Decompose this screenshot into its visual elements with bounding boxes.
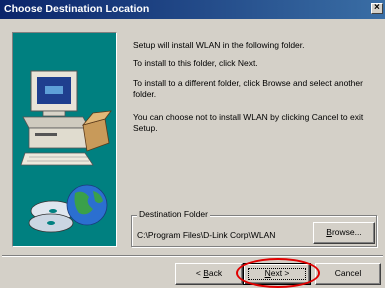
title-bar[interactable]: Choose Destination Location × — [0, 0, 385, 19]
setup-graphic-panel — [12, 32, 117, 247]
button-divider — [2, 255, 383, 257]
browse-label: rowse... — [331, 227, 362, 237]
cancel-button[interactable]: Cancel — [315, 263, 381, 285]
info-line-2: To install to this folder, click Next. — [133, 58, 258, 68]
info-line-3: To install to a different folder, click … — [133, 78, 363, 99]
close-icon: × — [374, 2, 380, 13]
focus-ring — [248, 268, 306, 280]
back-label: ack — [208, 268, 223, 278]
window-title: Choose Destination Location — [4, 3, 150, 15]
close-button[interactable]: × — [371, 2, 383, 14]
destination-folder-label: Destination Folder — [137, 209, 210, 219]
next-button[interactable]: Next > — [243, 263, 311, 285]
browse-button[interactable]: Browse... — [313, 222, 375, 244]
back-button[interactable]: < Back — [175, 263, 243, 285]
info-line-1: Setup will install WLAN in the following… — [133, 40, 305, 50]
info-line-4: You can choose not to install WLAN by cl… — [133, 112, 364, 133]
destination-path: C:\Program Files\D-Link Corp\WLAN — [137, 230, 276, 240]
computer-disc-icon — [20, 70, 112, 233]
cancel-label: Cancel — [334, 268, 362, 278]
